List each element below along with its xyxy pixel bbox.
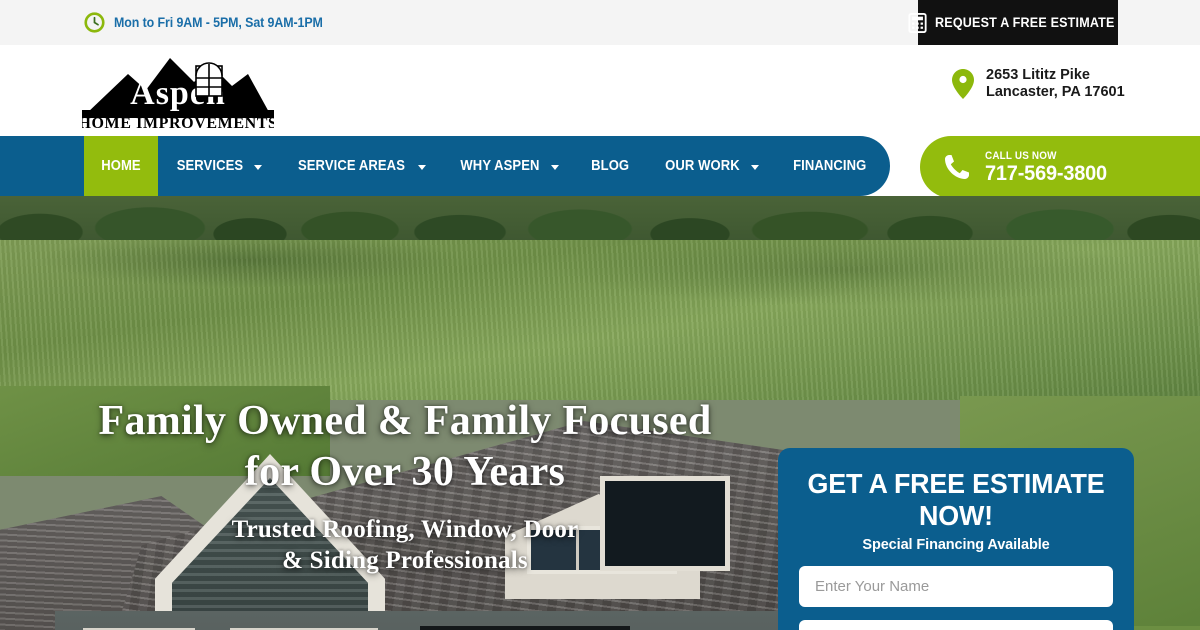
business-hours: Mon to Fri 9AM - 5PM, Sat 9AM-1PM <box>84 12 341 33</box>
email-input[interactable] <box>799 620 1113 630</box>
phone-icon <box>942 152 972 182</box>
address-line-1: 2653 Lititz Pike <box>986 67 1090 83</box>
clock-icon <box>84 12 105 33</box>
porch-shadow <box>420 626 630 630</box>
nav-item-service-areas[interactable]: SERVICE AREAS <box>277 136 441 196</box>
site-header: Aspen HOME IMPROVEMENTS 2653 Lititz Pike… <box>0 45 1200 136</box>
phone-number: 717-569-3800 <box>985 161 1107 185</box>
nav-item-services-label: SERVICES <box>176 158 244 174</box>
chevron-down-icon <box>417 164 426 170</box>
form-subtitle: Special Financing Available <box>862 537 1050 553</box>
nav-item-home[interactable]: HOME <box>84 136 158 196</box>
address-line-2: Lancaster, PA 17601 <box>986 84 1125 100</box>
nav-item-blog-label: BLOG <box>590 158 629 174</box>
nav-item-service-areas-label: SERVICE AREAS <box>297 158 405 174</box>
calculator-icon <box>908 12 927 33</box>
nav-item-home-label: HOME <box>101 158 141 174</box>
nav-item-blog[interactable]: BLOG <box>574 136 646 196</box>
chevron-down-icon <box>750 164 759 170</box>
nav-item-our-work-label: OUR WORK <box>665 158 740 174</box>
svg-text:HOME IMPROVEMENTS: HOME IMPROVEMENTS <box>82 115 274 130</box>
nav-item-financing-label: FINANCING <box>792 158 867 174</box>
hero-section: Family Owned & Family Focused for Over 3… <box>0 196 1200 630</box>
grass-field <box>0 240 1200 400</box>
main-navigation: HOME SERVICES SERVICE AREAS WHY ASPEN BL… <box>0 136 1048 196</box>
top-bar: Mon to Fri 9AM - 5PM, Sat 9AM-1PM REQUES… <box>0 0 1200 45</box>
navigation-bar-wrapper: HOME SERVICES SERVICE AREAS WHY ASPEN BL… <box>0 136 1200 198</box>
house-window <box>600 476 730 571</box>
form-title: GET A FREE ESTIMATE NOW! <box>807 468 1105 531</box>
nav-item-financing[interactable]: FINANCING <box>774 136 885 196</box>
nav-item-why-aspen[interactable]: WHY ASPEN <box>441 136 574 196</box>
chevron-down-icon <box>550 164 559 170</box>
phone-text-block: CALL US NOW 717-569-3800 <box>985 150 1113 185</box>
nav-item-our-work[interactable]: OUR WORK <box>646 136 774 196</box>
call-us-now-label: CALL US NOW <box>985 149 1057 162</box>
address-block: 2653 Lititz Pike Lancaster, PA 17601 <box>952 67 1125 101</box>
chevron-down-icon <box>253 164 262 170</box>
estimate-form-panel: GET A FREE ESTIMATE NOW! Special Financi… <box>778 448 1134 630</box>
request-free-estimate-label: REQUEST A FREE ESTIMATE <box>934 15 1115 30</box>
request-free-estimate-button[interactable]: REQUEST A FREE ESTIMATE <box>908 0 1118 45</box>
business-hours-text: Mon to Fri 9AM - 5PM, Sat 9AM-1PM <box>114 15 323 30</box>
lawn-left <box>0 386 330 476</box>
nav-item-why-aspen-label: WHY ASPEN <box>460 158 540 174</box>
aspen-logo[interactable]: Aspen HOME IMPROVEMENTS <box>78 52 277 132</box>
address-lines: 2653 Lititz Pike Lancaster, PA 17601 <box>986 67 1125 101</box>
name-input[interactable] <box>799 566 1113 607</box>
map-pin-icon <box>952 69 974 99</box>
nav-item-services[interactable]: SERVICES <box>158 136 277 196</box>
call-us-now-button[interactable]: CALL US NOW 717-569-3800 <box>920 136 1200 198</box>
